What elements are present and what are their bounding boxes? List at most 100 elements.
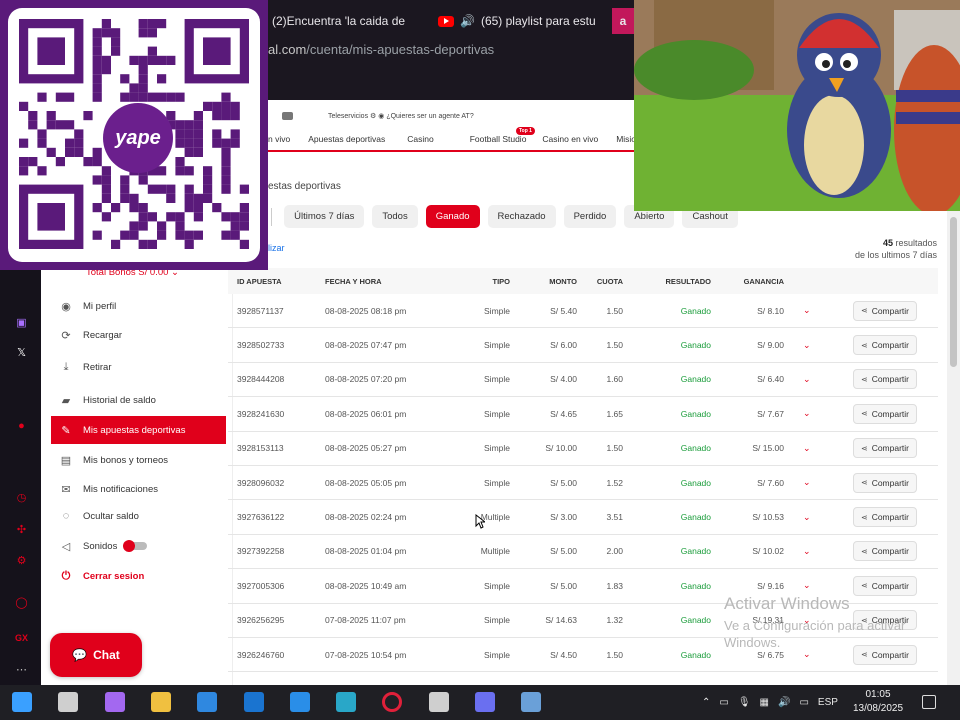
opera-icon[interactable]: ◯	[14, 595, 29, 610]
chevron-down-icon[interactable]: ⌄	[803, 294, 811, 327]
task-view-icon[interactable]	[58, 692, 79, 712]
gear-icon[interactable]: ⚙	[14, 553, 29, 568]
bet-id: 3928153113	[237, 443, 284, 454]
browser-tab[interactable]: a	[612, 8, 634, 34]
sounds-toggle[interactable]	[123, 540, 148, 552]
teleservicios-link[interactable]: Teleservicios	[328, 113, 368, 120]
share-button[interactable]: ⋖ Compartir	[853, 438, 917, 459]
filter-last-7-days[interactable]: Últimos 7 días	[284, 205, 365, 228]
nav-item[interactable]: Casino en vivo	[542, 134, 598, 144]
results-range: de los ultimos 7 días	[854, 250, 937, 260]
nav-item[interactable]: Casino	[407, 134, 433, 144]
share-cell: ⋖ Compartir	[853, 432, 917, 465]
bet-odds: 1.32	[606, 615, 623, 626]
address-bar[interactable]: al.com/cuenta/mis-apuestas-deportivas	[268, 42, 494, 57]
share-button[interactable]: ⋖ Compartir	[853, 541, 917, 562]
chevron-down-icon[interactable]: ⌄	[803, 535, 811, 568]
chat-button[interactable]: 💬 Chat	[50, 633, 142, 677]
bet-odds: 1.60	[606, 374, 623, 385]
nav-item[interactable]: Apuestas deportivas	[308, 134, 385, 144]
chevron-down-icon[interactable]: ⌄	[803, 328, 811, 361]
battery-icon[interactable]: ▭	[799, 697, 808, 708]
speedometer-icon[interactable]	[428, 692, 449, 712]
wallet-icon: ▰	[61, 394, 71, 407]
youtube-icon[interactable]	[282, 112, 293, 120]
more-icon[interactable]: ⋯	[14, 662, 29, 677]
record-icon[interactable]: ●	[14, 418, 29, 433]
browser-tab-playing[interactable]: 🔊 (65) playlist para estu	[438, 8, 603, 34]
puzzle-icon[interactable]: ✣	[14, 522, 29, 537]
sidebar-item-balance-history[interactable]: ▰ Historial de saldo	[51, 386, 226, 414]
sidebar-item-profile[interactable]: ◉ Mi perfil	[51, 292, 226, 320]
edge-icon[interactable]	[336, 692, 357, 712]
windows-start-icon[interactable]	[12, 692, 32, 712]
filter-won[interactable]: Ganado	[425, 205, 480, 228]
clear-filters-link[interactable]: lizar	[268, 243, 285, 253]
header-odds: CUOTA	[596, 276, 623, 286]
chevron-down-icon[interactable]: ⌄	[803, 397, 811, 430]
volume-icon[interactable]: 🔊	[778, 697, 790, 708]
sidebar-item-notifications[interactable]: ✉ Mis notificaciones	[51, 475, 226, 503]
sidebar-item-hide-balance[interactable]: ◌ Ocultar saldo	[51, 502, 226, 530]
windows-activation-watermark: Activar Windows Ve a Configuración para …	[724, 594, 924, 651]
share-label: Compartir	[871, 340, 909, 351]
system-tray: ⌃ ▭ 🎙 ▦ 🔊 ▭ ESP	[702, 685, 838, 720]
bet-gain: S/ 9.00	[757, 340, 784, 351]
sidebar-item-withdraw[interactable]: ⤓ Retirar	[51, 353, 226, 381]
copilot-icon[interactable]	[104, 692, 125, 712]
share-button[interactable]: ⋖ Compartir	[853, 335, 917, 356]
gx-icon[interactable]: GX	[14, 630, 29, 645]
header-result: RESULTADO	[665, 276, 711, 286]
nav-item[interactable]: n vivo	[268, 134, 290, 144]
share-button[interactable]: ⋖ Compartir	[853, 507, 917, 528]
microphone-icon[interactable]: 🎙	[738, 697, 751, 708]
share-label: Compartir	[871, 546, 909, 557]
share-button[interactable]: ⋖ Compartir	[853, 403, 917, 424]
chevron-up-icon[interactable]: ⌃	[702, 697, 710, 708]
share-button[interactable]: ⋖ Compartir	[853, 472, 917, 493]
device-icon[interactable]: ▭	[719, 697, 728, 708]
opera-icon[interactable]	[382, 692, 403, 712]
twitch-icon[interactable]: ▣	[14, 315, 29, 330]
language-indicator[interactable]: ESP	[818, 697, 838, 708]
discord-icon[interactable]	[475, 692, 495, 712]
chevron-down-icon[interactable]: ⌄	[803, 500, 811, 533]
page-scrollbar[interactable]	[947, 211, 960, 685]
chevron-down-icon[interactable]: ⌄	[803, 466, 811, 499]
share-icon: ⋖	[860, 512, 868, 522]
nav-item[interactable]: Football Studio	[470, 134, 527, 144]
sidebar-item-my-bets[interactable]: ✎ Mis apuestas deportivas	[51, 416, 226, 444]
agent-link[interactable]: ¿Quieres ser un agente AT?	[386, 113, 473, 120]
video-overlay	[634, 0, 960, 211]
sidebar-item-recharge[interactable]: ⟳ Recargar	[51, 321, 226, 349]
file-explorer-icon[interactable]	[150, 692, 171, 712]
sidebar-item-logout[interactable]: ⏻ Cerrar sesion	[51, 562, 226, 590]
network-icon[interactable]: ▦	[760, 697, 769, 708]
chevron-down-icon[interactable]: ⌄	[803, 363, 811, 396]
store-icon[interactable]	[197, 692, 218, 712]
filter-lost[interactable]: Perdido	[563, 205, 617, 228]
taskbar-clock[interactable]: 01:05 13/08/2025	[848, 688, 908, 716]
filter-rejected[interactable]: Rechazado	[487, 205, 556, 228]
share-icon: ⋖	[860, 443, 868, 453]
vscode-icon[interactable]	[289, 692, 310, 712]
share-button[interactable]: ⋖ Compartir	[853, 369, 917, 390]
scrollbar-thumb[interactable]	[950, 217, 957, 367]
settings-icon[interactable]: ⚙ ◉	[370, 113, 386, 120]
outlook-icon[interactable]	[243, 692, 264, 712]
share-label: Compartir	[871, 305, 909, 316]
filter-all[interactable]: Todos	[372, 205, 418, 228]
chevron-down-icon[interactable]: ⌄	[803, 432, 811, 465]
clock-icon[interactable]: ◷	[14, 490, 29, 505]
notifications-icon[interactable]	[922, 695, 936, 709]
bet-amount: S/ 10.00	[545, 443, 577, 454]
bet-result: Ganado	[680, 305, 711, 316]
share-button[interactable]: ⋖ Compartir	[853, 575, 917, 596]
x-icon[interactable]: 𝕏	[14, 345, 29, 360]
bet-type: Simple	[484, 340, 510, 351]
share-button[interactable]: ⋖ Compartir	[853, 300, 917, 321]
browser-tab[interactable]: (2)Encuentra 'la caida de	[272, 8, 422, 34]
calculator-icon[interactable]	[521, 692, 542, 712]
sidebar-item-bonuses[interactable]: ▤ Mis bonos y torneos	[51, 446, 226, 474]
bet-amount: S/ 5.40	[550, 305, 577, 316]
